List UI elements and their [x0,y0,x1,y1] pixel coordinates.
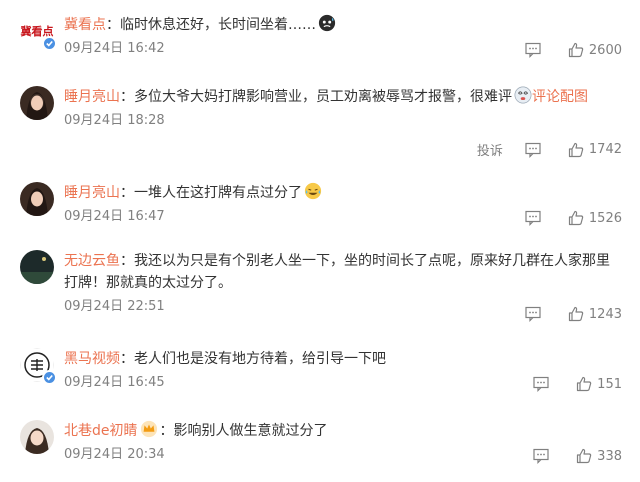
comment-text: 北巷de初睛 ：影响别人做生意就过分了 [64,420,622,442]
reply-button[interactable] [525,142,546,158]
thumbs-up-icon [568,210,584,226]
comment-time: 09月24日 18:28 [64,113,165,128]
reply-button[interactable] [525,42,546,58]
avatar-image [20,86,54,120]
username-link[interactable]: 冀看点 [64,17,106,33]
reply-button[interactable] [525,210,546,226]
like-count: 338 [597,448,622,464]
comment-list: 冀看点 冀看点：临时休息还好，长时间坐着…… 09月24日 16:42 2600 [0,0,640,482]
verified-icon [42,370,57,385]
comment-icon [525,142,541,158]
avatar[interactable] [20,250,54,284]
report-button[interactable]: 投诉 [477,140,503,159]
avatar-image [20,250,54,284]
reply-button[interactable] [533,448,554,464]
comment-icon [525,210,541,226]
avatar[interactable] [20,182,54,216]
like-count: 1243 [588,306,622,322]
comment-icon [533,448,549,464]
thumbs-up-icon [568,306,584,322]
avatar[interactable] [20,86,54,120]
like-button[interactable]: 151 [576,376,622,392]
dizzy-emoji-icon [514,86,532,104]
like-button[interactable]: 338 [576,448,622,464]
like-count: 1526 [588,210,622,226]
comment-icon [533,376,549,392]
thumbs-up-icon [577,448,592,464]
comment-text: 无边云鱼：我还以为只是有个别老人坐一下，坐的时间长了点呢，原来好几群在人家那里打… [64,253,610,291]
crown-badge-icon [140,420,157,438]
thumbs-up-icon [568,142,584,157]
reply-button[interactable] [533,376,554,392]
like-count: 1742 [588,142,622,157]
thumbs-up-icon [568,42,584,58]
verified-icon [42,36,57,51]
comment-text: 冀看点：临时休息还好，长时间坐着…… [64,14,622,36]
like-button[interactable]: 1243 [568,306,622,322]
avatar-image [20,420,54,454]
avatar[interactable] [20,420,54,454]
reply-button[interactable] [525,306,546,322]
like-count: 2600 [588,42,622,58]
laugh-cry-emoji-icon [304,182,322,200]
like-button[interactable]: 1526 [568,210,622,226]
avatar-image [20,182,54,216]
like-button[interactable]: 1742 [568,142,622,158]
username-link[interactable]: 北巷de初睛 [64,423,138,439]
username-link[interactable]: 无边云鱼 [64,253,120,269]
avatar[interactable] [20,348,57,385]
sweat-emoji-icon [318,14,336,32]
avatar[interactable]: 冀看点 [20,14,57,51]
like-button[interactable]: 2600 [568,42,622,58]
comment-text: 黑马视频：老人们也是没有地方待着，给引导一下吧 [64,351,386,367]
username-link[interactable]: 睡月亮山 [64,89,120,105]
comment-icon [525,306,541,322]
comment-text: 睡月亮山：一堆人在这打牌有点过分了 [64,182,622,204]
comment-text: 睡月亮山：多位大爷大妈打牌影响营业，员工劝离被辱骂才报警，很难评 评论配图 [64,86,622,108]
username-link[interactable]: 睡月亮山 [64,185,120,201]
comment-icon [525,42,541,58]
thumbs-up-icon [577,376,592,392]
username-link[interactable]: 黑马视频 [64,351,120,367]
like-count: 151 [597,376,622,392]
comment-image-link[interactable]: 评论配图 [532,89,588,105]
